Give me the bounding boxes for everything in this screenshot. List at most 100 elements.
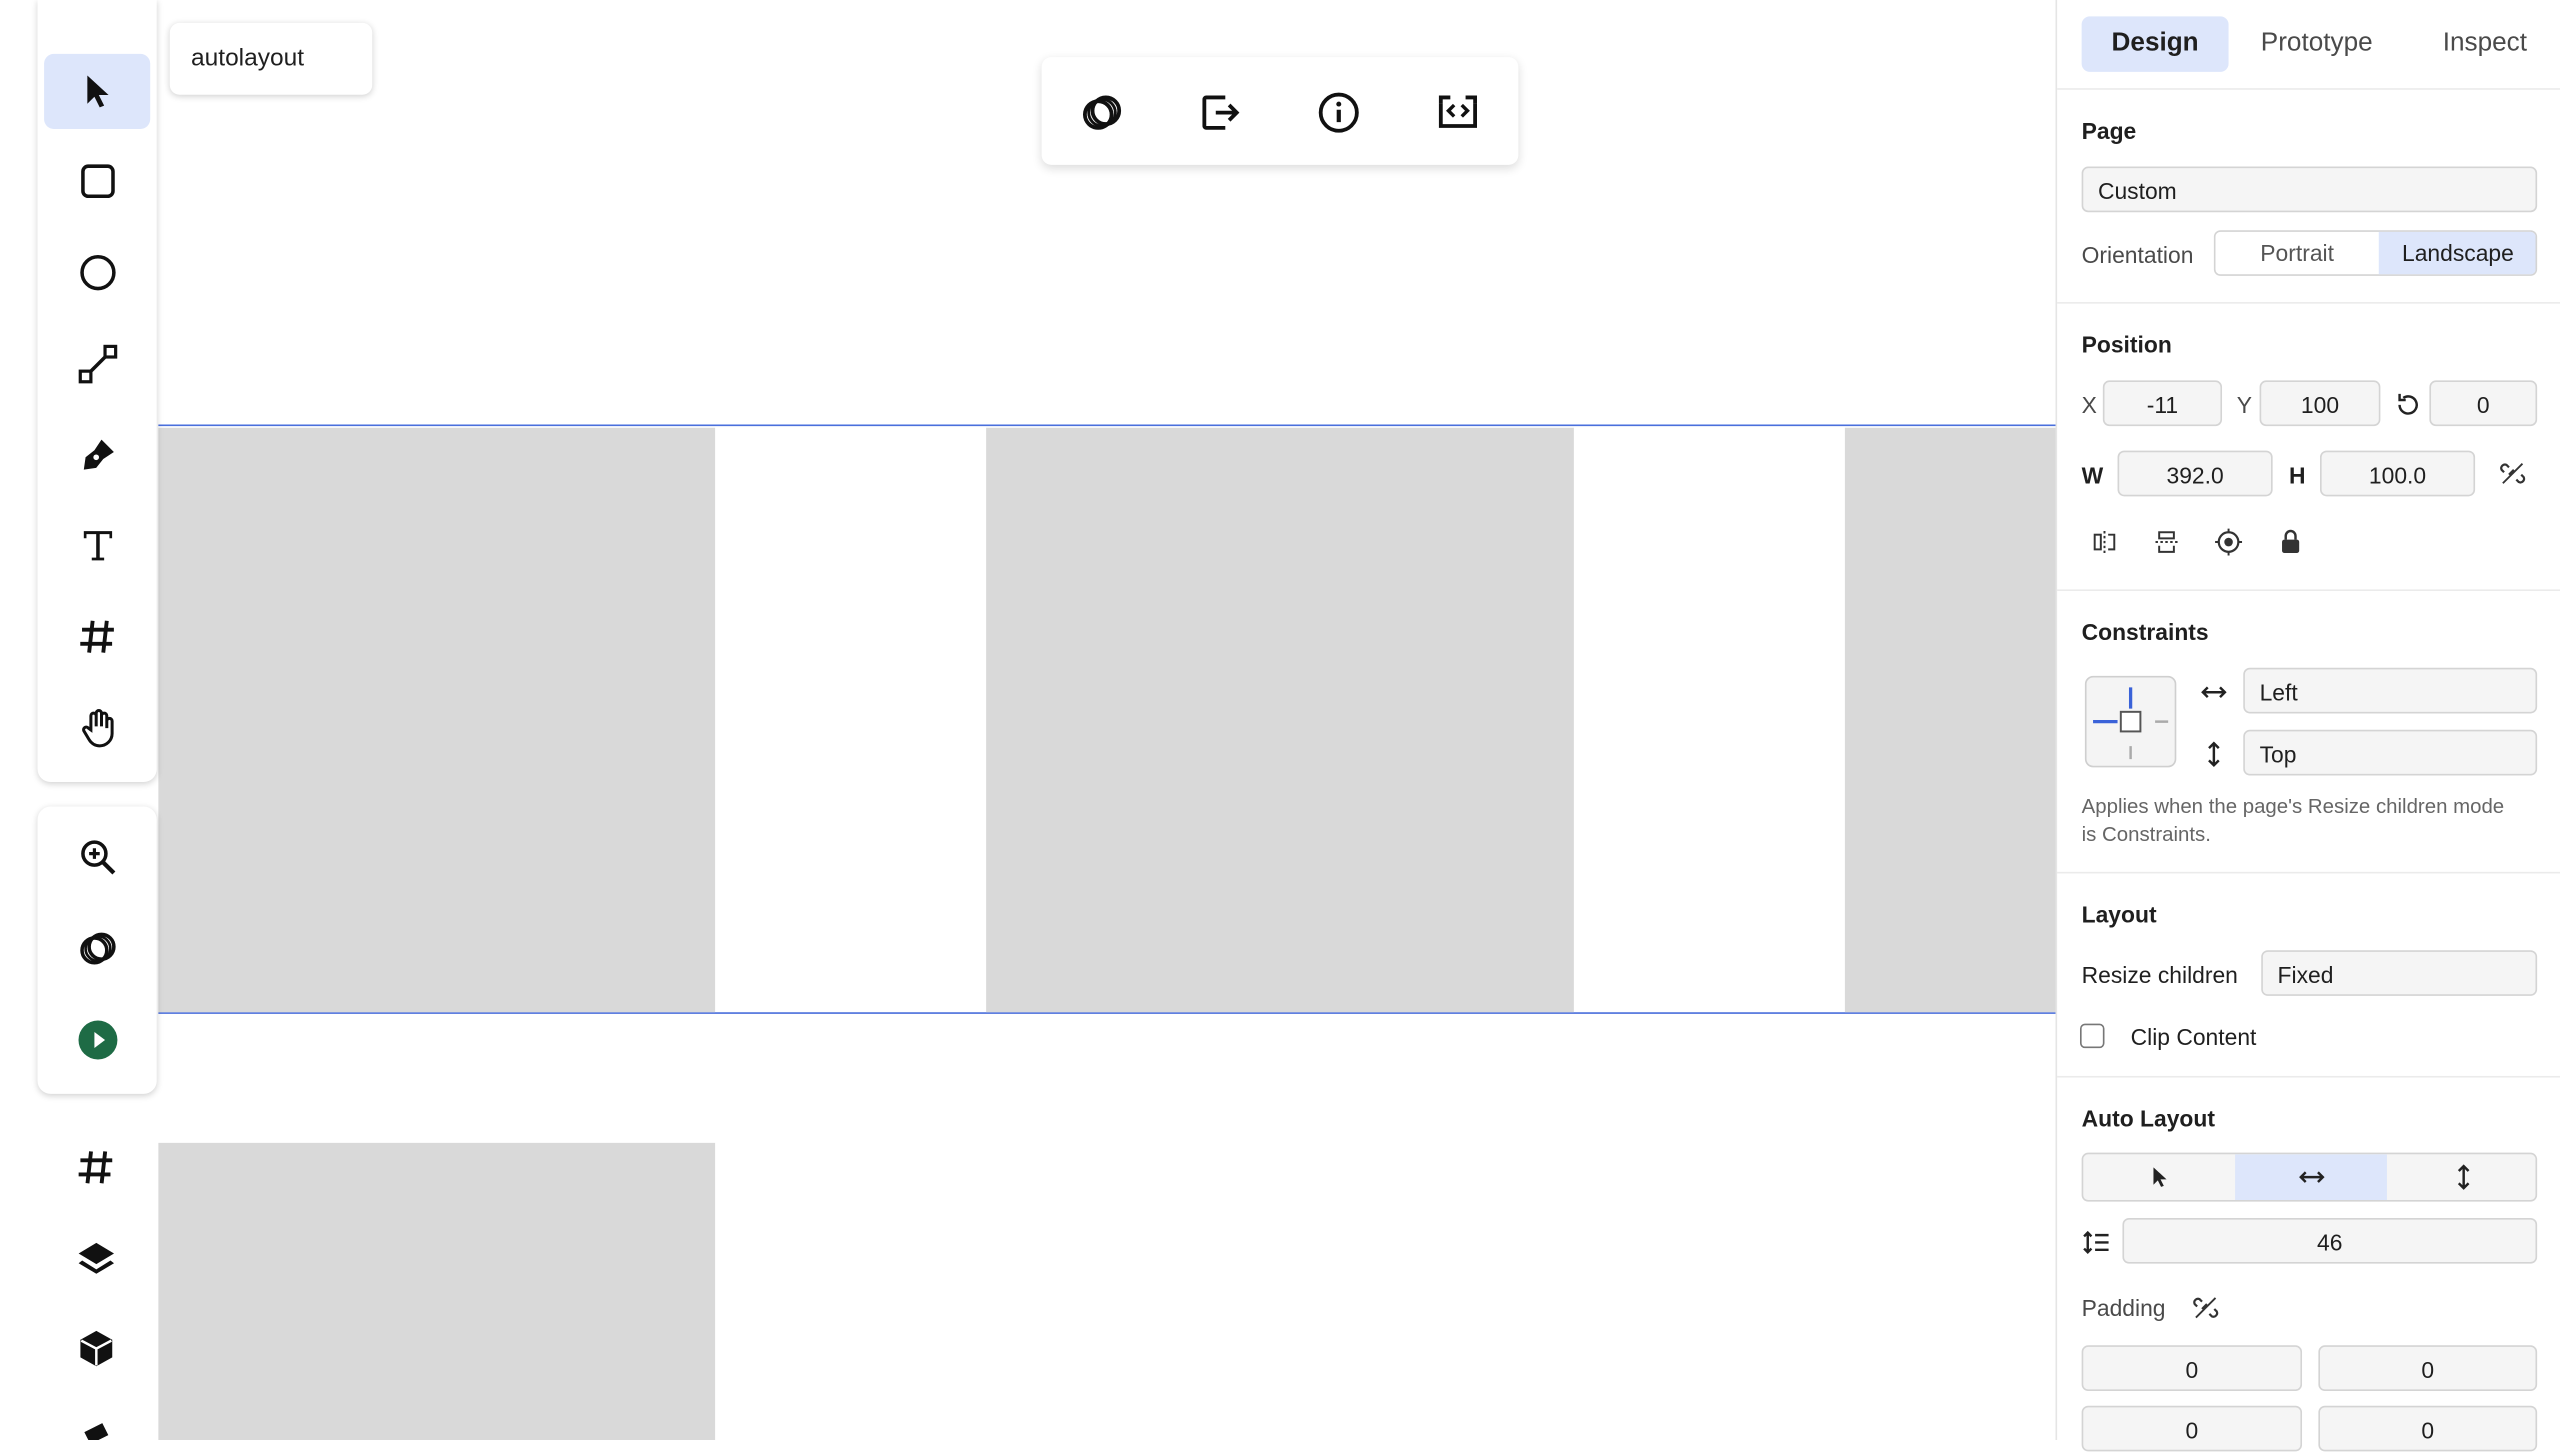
orientation-landscape[interactable]: Landscape: [2378, 231, 2536, 275]
constraints-widget[interactable]: [2084, 675, 2177, 768]
text-icon: [82, 531, 112, 561]
frame-bottom-edge: [158, 1012, 2056, 1014]
y-input[interactable]: 100: [2259, 380, 2381, 427]
resize-children-label: Resize children: [2081, 961, 2238, 988]
tab-design[interactable]: Design: [2081, 16, 2229, 72]
export-icon[interactable]: [1197, 90, 1243, 136]
select-tool[interactable]: [44, 53, 151, 129]
horizontal-arrows-icon: [2201, 686, 2227, 699]
tab-inspect[interactable]: Inspect: [2408, 16, 2560, 72]
hash-icon: [79, 620, 114, 653]
auto-layout-horizontal[interactable]: [2235, 1154, 2387, 1200]
orientation-toggle: Portrait Landscape: [2213, 230, 2538, 276]
padding-top-input[interactable]: 0: [2081, 1345, 2303, 1392]
auto-layout-section-title: Auto Layout: [2081, 1105, 2215, 1132]
page-preset-select[interactable]: Custom: [2081, 166, 2538, 213]
canvas-rect-4[interactable]: [158, 1142, 716, 1440]
hand-tool[interactable]: [44, 691, 150, 766]
divider: [2057, 302, 2560, 304]
layers-panel-button[interactable]: [42, 1221, 148, 1296]
canvas-rect-1[interactable]: [158, 427, 716, 1013]
tab-prototype[interactable]: Prototype: [2237, 16, 2397, 72]
unlink-icon[interactable]: [2498, 459, 2527, 488]
text-tool[interactable]: [44, 508, 150, 583]
hash-icon: [77, 1151, 112, 1184]
padding-left-input[interactable]: 0: [2318, 1405, 2538, 1452]
height-input[interactable]: 100.0: [2319, 450, 2476, 497]
padding-right-input[interactable]: 0: [2318, 1345, 2538, 1392]
cube-icon: [79, 1330, 112, 1367]
overlap-rings-icon: [79, 932, 115, 965]
position-section-title: Position: [2081, 331, 2172, 358]
cursor-icon: [86, 75, 108, 108]
divider: [2057, 589, 2560, 592]
assets-panel-icon[interactable]: [78, 1417, 114, 1440]
components-panel-button[interactable]: [42, 1311, 148, 1386]
target-icon[interactable]: [2214, 527, 2243, 556]
canvas[interactable]: [0, 0, 2056, 1440]
rectangle-tool[interactable]: [44, 144, 150, 219]
canvas-rect-2[interactable]: [986, 427, 1574, 1013]
canvas-rect-3[interactable]: [1844, 427, 2056, 1013]
pen-tool[interactable]: [44, 418, 150, 493]
width-input[interactable]: 392.0: [2117, 450, 2273, 497]
auto-layout-direction: [2081, 1152, 2538, 1202]
resize-children-select[interactable]: Fixed: [2261, 950, 2538, 996]
h-label: H: [2288, 462, 2306, 489]
properties-panel: Design Prototype Inspect Page Custom Ori…: [2055, 0, 2560, 1452]
rectangle-icon: [80, 164, 114, 199]
rotation-input[interactable]: 0: [2429, 380, 2538, 427]
frame-tool[interactable]: [44, 599, 150, 674]
boolean-tool[interactable]: [44, 911, 150, 986]
clip-content-label: Clip Content: [2130, 1023, 2257, 1050]
constraints-section-title: Constraints: [2081, 618, 2209, 645]
cursor-icon: [2152, 1167, 2166, 1187]
flip-horizontal-icon[interactable]: [2090, 527, 2119, 556]
flip-vertical-icon[interactable]: [2152, 527, 2181, 556]
padding-label: Padding: [2081, 1294, 2166, 1321]
top-action-bar: [1041, 57, 1519, 165]
auto-layout-none[interactable]: [2083, 1154, 2235, 1200]
constraints-diagram-icon: [2093, 687, 2169, 760]
vertical-constraint-select[interactable]: Top: [2243, 729, 2538, 776]
constraints-note: Applies when the page's Resize children …: [2081, 795, 2505, 846]
page-section-title: Page: [2081, 117, 2137, 144]
orientation-portrait[interactable]: Portrait: [2216, 232, 2379, 274]
orientation-label: Orientation: [2081, 241, 2194, 268]
padding-bottom-input[interactable]: 0: [2081, 1405, 2303, 1452]
frames-panel-button[interactable]: [42, 1130, 148, 1205]
auto-layout-vertical[interactable]: [2387, 1154, 2536, 1200]
frame-top-edge: [158, 424, 2056, 427]
x-input[interactable]: -11: [2102, 380, 2223, 427]
hand-icon: [81, 709, 113, 748]
zoom-in-icon: [80, 840, 115, 875]
unlink-icon[interactable]: [2191, 1293, 2220, 1322]
tools-toolbar: [37, 0, 157, 783]
ellipse-tool[interactable]: [44, 235, 150, 310]
code-icon[interactable]: [1435, 90, 1481, 136]
line-tool[interactable]: [44, 327, 150, 402]
horizontal-arrows-icon: [2298, 1171, 2324, 1183]
vertical-arrows-icon: [2208, 741, 2220, 768]
panel-tabs: Design Prototype Inspect: [2081, 16, 2538, 72]
w-label: W: [2081, 462, 2104, 489]
divider: [2057, 871, 2560, 874]
play-button[interactable]: [44, 1002, 150, 1077]
circle-icon: [79, 254, 115, 291]
item-spacing-input[interactable]: 46: [2122, 1217, 2538, 1264]
play-icon: [77, 1020, 117, 1060]
spacing-icon: [2083, 1230, 2109, 1254]
divider: [2057, 1075, 2560, 1078]
info-icon[interactable]: [1316, 90, 1362, 136]
zoom-tool[interactable]: [44, 820, 150, 895]
selected-layer-name[interactable]: autolayout: [169, 22, 373, 95]
rotation-icon: [2398, 393, 2418, 415]
line-icon: [77, 344, 117, 384]
overlap-rings-icon[interactable]: [1079, 90, 1125, 136]
clip-content-checkbox[interactable]: [2079, 1023, 2105, 1049]
lock-icon[interactable]: [2276, 527, 2305, 556]
layout-section-title: Layout: [2081, 901, 2157, 928]
horizontal-constraint-select[interactable]: Left: [2243, 667, 2538, 714]
divider: [2057, 88, 2560, 90]
layers-icon: [77, 1242, 114, 1274]
